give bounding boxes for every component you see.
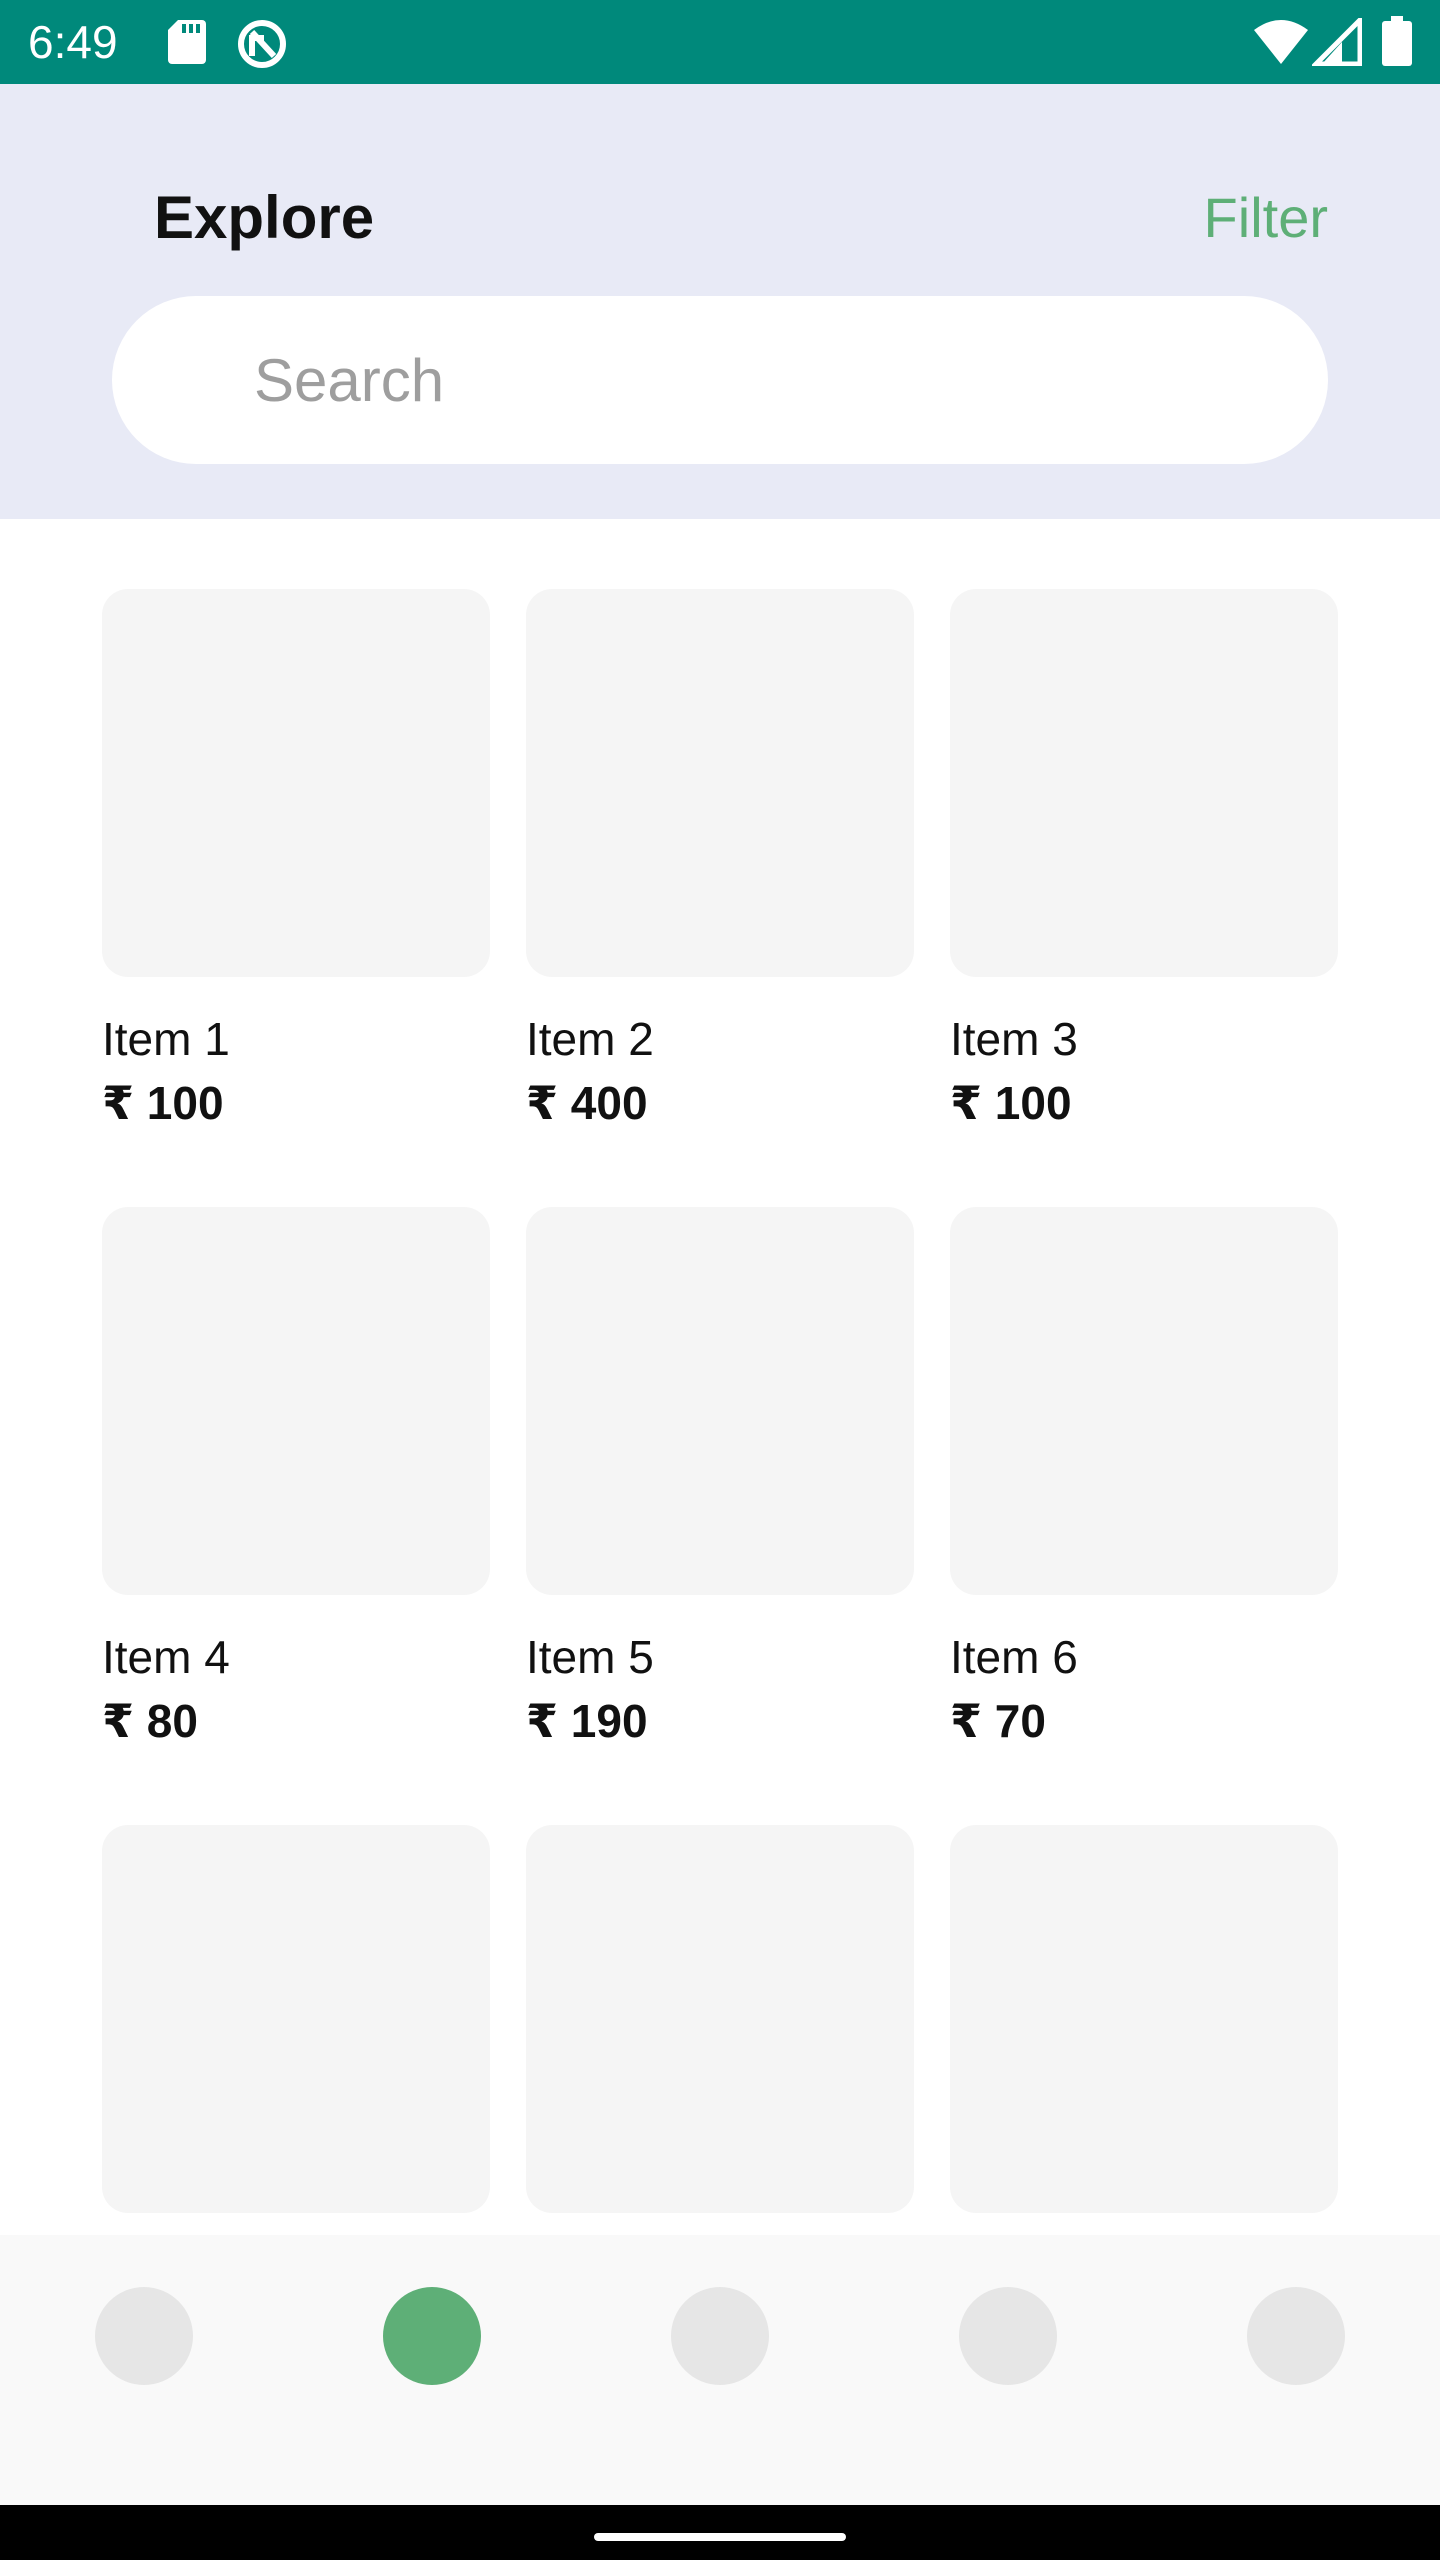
item-price: ₹ 70 xyxy=(950,1695,1046,1747)
item-name: Item 1 xyxy=(102,1013,230,1065)
cell-signal-icon xyxy=(1312,18,1362,66)
nav-tab-2[interactable] xyxy=(383,2287,481,2385)
status-bar: 6:49 xyxy=(0,0,1440,84)
item-image xyxy=(950,1825,1338,2213)
explore-header: Explore Filter xyxy=(0,84,1440,519)
status-time: 6:49 xyxy=(28,16,118,68)
sd-card-icon xyxy=(168,20,206,64)
item-card[interactable]: Item 4 ₹ 80 xyxy=(102,1207,490,1825)
item-image xyxy=(950,1207,1338,1595)
item-name: Item 6 xyxy=(950,1631,1078,1683)
nav-tab-1[interactable] xyxy=(95,2287,193,2385)
wifi-icon xyxy=(1254,20,1308,64)
item-image xyxy=(526,589,914,977)
item-name: Item 4 xyxy=(102,1631,230,1683)
item-name: Item 5 xyxy=(526,1631,654,1683)
nav-tab-5[interactable] xyxy=(1247,2287,1345,2385)
item-card[interactable] xyxy=(950,1825,1338,2235)
item-price: ₹ 100 xyxy=(102,1077,224,1129)
item-name: Item 3 xyxy=(950,1013,1078,1065)
sync-icon xyxy=(238,20,286,68)
item-image xyxy=(102,1825,490,2213)
nav-tab-4[interactable] xyxy=(959,2287,1057,2385)
page-title: Explore xyxy=(154,184,375,251)
item-name: Item 2 xyxy=(526,1013,654,1065)
item-image xyxy=(102,589,490,977)
home-indicator[interactable] xyxy=(594,2533,846,2541)
item-card[interactable] xyxy=(102,1825,490,2235)
item-price: ₹ 190 xyxy=(526,1695,648,1747)
nav-tab-3[interactable] xyxy=(671,2287,769,2385)
bottom-nav xyxy=(0,2235,1440,2505)
item-card[interactable] xyxy=(526,1825,914,2235)
items-grid: Item 1 ₹ 100 Item 2 ₹ 400 Item 3 ₹ 100 I… xyxy=(102,589,1338,2235)
item-card[interactable]: Item 6 ₹ 70 xyxy=(950,1207,1338,1825)
filter-button[interactable]: Filter xyxy=(1204,178,1328,258)
item-card[interactable]: Item 2 ₹ 400 xyxy=(526,589,914,1207)
battery-icon xyxy=(1382,16,1412,66)
item-image xyxy=(950,589,1338,977)
item-card[interactable]: Item 1 ₹ 100 xyxy=(102,589,490,1207)
search-input[interactable] xyxy=(112,296,1328,464)
item-image xyxy=(526,1207,914,1595)
item-price: ₹ 100 xyxy=(950,1077,1072,1129)
item-image xyxy=(102,1207,490,1595)
item-card[interactable]: Item 3 ₹ 100 xyxy=(950,589,1338,1207)
item-price: ₹ 400 xyxy=(526,1077,648,1129)
item-price: ₹ 80 xyxy=(102,1695,198,1747)
system-nav-bar xyxy=(0,2505,1440,2560)
item-card[interactable]: Item 5 ₹ 190 xyxy=(526,1207,914,1825)
item-image xyxy=(526,1825,914,2213)
